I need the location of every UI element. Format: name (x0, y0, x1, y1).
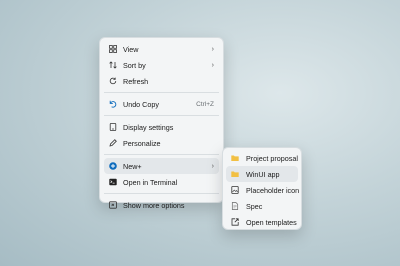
sort-icon (109, 61, 117, 69)
undo-icon (109, 100, 117, 108)
submenu-item-placeholder-icon[interactable]: Placeholder icon (226, 182, 300, 198)
menu-separator (104, 115, 219, 116)
pencil-icon (109, 139, 117, 147)
context-menu: View › Sort by › Refresh Undo Copy Ctrl+… (99, 37, 224, 210)
more-options-icon (109, 201, 117, 209)
submenu-item-label: Spec (246, 201, 263, 211)
menu-item-sort-by[interactable]: Sort by › (104, 57, 219, 73)
menu-item-show-more-options[interactable]: Show more options (104, 197, 219, 213)
menu-item-label: Show more options (123, 200, 185, 210)
menu-item-label: Display settings (123, 122, 174, 132)
menu-item-label: View (123, 44, 139, 54)
menu-separator (104, 154, 219, 155)
open-external-icon (231, 218, 239, 226)
chevron-right-icon: › (211, 45, 214, 53)
folder-icon (231, 154, 239, 162)
chevron-right-icon: › (211, 61, 214, 69)
refresh-icon (109, 77, 117, 85)
submenu-item-label: WinUI app (246, 169, 280, 179)
display-icon (109, 123, 117, 131)
document-icon (231, 202, 239, 210)
folder-icon (231, 170, 239, 178)
grid-icon (109, 45, 117, 53)
submenu-item-label: Project proposal (246, 153, 298, 163)
shortcut-label: Ctrl+Z (196, 100, 214, 108)
submenu-item-winui-app[interactable]: WinUI app (226, 166, 298, 182)
submenu-item-label: Open templates (246, 217, 297, 227)
menu-item-label: Refresh (123, 76, 149, 86)
menu-item-personalize[interactable]: Personalize (104, 135, 219, 151)
menu-item-label: New+ (123, 161, 142, 171)
menu-item-open-in-terminal[interactable]: Open in Terminal (104, 174, 219, 190)
menu-item-refresh[interactable]: Refresh (104, 73, 219, 89)
menu-item-undo-copy[interactable]: Undo Copy Ctrl+Z (104, 96, 219, 112)
menu-item-label: Personalize (123, 138, 161, 148)
submenu-item-project-proposal[interactable]: Project proposal (226, 150, 298, 166)
terminal-icon (109, 178, 117, 186)
submenu-item-open-templates[interactable]: Open templates (226, 214, 298, 230)
submenu-item-label: Placeholder icon (246, 185, 300, 195)
menu-item-label: Open in Terminal (123, 177, 178, 187)
plus-circle-icon (109, 162, 117, 170)
submenu-item-spec[interactable]: Spec (226, 198, 298, 214)
menu-item-view[interactable]: View › (104, 41, 219, 57)
menu-item-display-settings[interactable]: Display settings (104, 119, 219, 135)
menu-item-label: Undo Copy (123, 99, 159, 109)
menu-separator (104, 92, 219, 93)
image-icon (231, 186, 239, 194)
menu-item-label: Sort by (123, 60, 146, 70)
new-submenu: Project proposal WinUI app Placeholder i… (222, 147, 302, 230)
menu-separator (104, 193, 219, 194)
menu-item-new[interactable]: New+ › (104, 158, 219, 174)
chevron-right-icon: › (211, 162, 214, 170)
